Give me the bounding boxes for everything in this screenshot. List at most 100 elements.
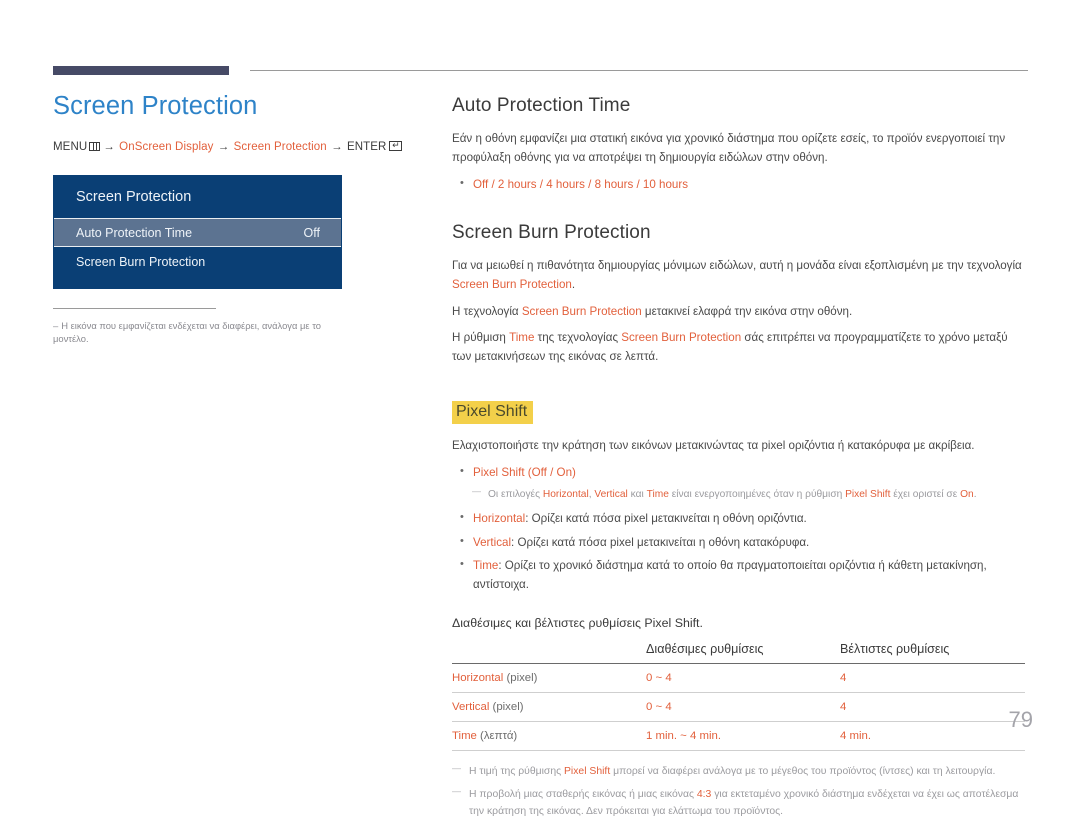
term-time: Time (473, 559, 499, 573)
cell-unit: (pixel) (503, 672, 538, 685)
term-screen-burn-protection: Screen Burn Protection (452, 277, 572, 291)
text-run: Οι επιλογές (488, 489, 543, 501)
term-pixel-shift: Pixel Shift (564, 766, 611, 778)
text-run: . (973, 489, 977, 501)
footnote-2: Η προβολή μιας σταθερής εικόνας ή μιας ε… (452, 785, 1028, 819)
text-run: της τεχνολογίας (534, 331, 622, 345)
breadcrumb-arrow-1: → (103, 141, 115, 153)
auto-protection-options: Off / 2 hours / 4 hours / 8 hours / 10 h… (473, 177, 689, 191)
table-row: Time (λεπτά) 1 min. ~ 4 min. 4 min. (452, 721, 1025, 752)
pixel-shift-bullet-list: Pixel Shift (Off / On) (452, 463, 1028, 483)
auto-protection-options-list: Off / 2 hours / 4 hours / 8 hours / 10 h… (452, 175, 1028, 195)
breadcrumb-arrow-3: → (331, 141, 343, 153)
enter-key-icon (389, 141, 403, 151)
right-column: Auto Protection Time Εάν η οθόνη εμφανίζ… (452, 95, 1028, 827)
osd-panel-filler (54, 276, 341, 288)
cell-unit: (λεπτά) (476, 730, 518, 743)
cell-name: Time (λεπτά) (452, 721, 646, 752)
pixel-shift-values: (Off / On) (524, 465, 576, 479)
list-item: Time: Ορίζει το χρονικό διάστημα κατά το… (452, 556, 1028, 594)
osd-menu-title: Screen Protection (54, 176, 341, 218)
pixel-shift-settings-table: Διαθέσιμες ρυθμίσεις Βέλτιστες ρυθμίσεις… (452, 640, 1025, 752)
footnotes-block: Η τιμή της ρύθμισης Pixel Shift μπορεί ν… (452, 762, 1028, 819)
table-row: Vertical (pixel) 0 ~ 4 4 (452, 692, 1025, 723)
table-header-row: Διαθέσιμες ρυθμίσεις Βέλτιστες ρυθμίσεις (452, 640, 1025, 665)
page-header-rules (0, 0, 1080, 90)
burn-protection-paragraph-3: Η ρύθμιση Time της τεχνολογίας Screen Bu… (452, 329, 1028, 367)
list-item: Horizontal: Ορίζει κατά πόσα pixel μετακ… (452, 509, 1028, 529)
term-vertical: Vertical (452, 701, 490, 714)
text-run: Η τεχνολογία (452, 304, 522, 318)
term-time: Time (452, 730, 477, 743)
list-item: Off / 2 hours / 4 hours / 8 hours / 10 h… (452, 175, 1028, 195)
header-divider-line (250, 70, 1028, 71)
column-header-available: Διαθέσιμες ρυθμίσεις (646, 640, 840, 665)
cell-name: Horizontal (pixel) (452, 663, 646, 694)
text-run: μετακινεί ελαφρά την εικόνα στην οθόνη. (641, 304, 853, 318)
term-aspect-ratio: 4:3 (696, 789, 712, 801)
left-note-text: – Η εικόνα που εμφανίζεται ενδέχεται να δ… (53, 319, 353, 345)
menu-grid-icon (89, 142, 101, 151)
breadcrumb-item-screen-protection[interactable]: Screen Protection (234, 141, 327, 153)
section-heading-screen-burn-protection: Screen Burn Protection (452, 222, 651, 244)
left-column: Screen Protection MENU → OnScreen Display… (53, 92, 403, 345)
breadcrumb-menu-label: MENU (53, 141, 88, 153)
text-run: Η ρύθμιση (452, 331, 510, 345)
burn-protection-paragraph-2: Η τεχνολογία Screen Burn Protection μετα… (452, 303, 1028, 322)
list-item: Pixel Shift (Off / On) (452, 463, 1028, 483)
cell-optimum: 4 min. (840, 721, 1025, 752)
cell-optimum: 4 (840, 663, 1025, 694)
term-screen-burn-protection: Screen Burn Protection (521, 304, 642, 318)
column-header-name (452, 640, 646, 665)
accent-bar (53, 66, 229, 75)
cell-unit: (pixel) (489, 701, 524, 714)
text-run: : Ορίζει το χρονικό διάστημα κατά το οπο… (473, 559, 987, 591)
term-horizontal: Horizontal (473, 512, 526, 526)
term-time: Time (646, 489, 669, 501)
cell-available: 0 ~ 4 (646, 663, 840, 694)
breadcrumb-arrow-2: → (217, 141, 230, 153)
text-run: . (571, 277, 576, 291)
text-run: Για να μειωθεί η πιθανότητα δημιουργίας … (452, 259, 1022, 273)
breadcrumb-enter-label: ENTER (346, 141, 387, 153)
left-note-block: – Η εικόνα που εμφανίζεται ενδέχεται να δ… (53, 308, 353, 345)
osd-menu-panel: Screen Protection Auto Protection Time O… (53, 175, 342, 289)
page-number: 79 (1008, 707, 1033, 732)
cell-available: 1 min. ~ 4 min. (646, 721, 840, 752)
breadcrumb: MENU → OnScreen Display → Screen Protecti… (53, 141, 403, 153)
text-run: : Ορίζει κατά πόσα pixel μετακινείται η … (511, 535, 810, 549)
term-horizontal: Horizontal (542, 489, 589, 501)
osd-row-label: Screen Burn Protection (76, 254, 206, 269)
term-vertical: Vertical (594, 489, 628, 501)
left-note-dash: – (53, 320, 59, 331)
osd-row-label: Auto Protection Time (76, 225, 193, 240)
term-pixel-shift: Pixel Shift (473, 465, 525, 479)
term-on: On (960, 489, 974, 501)
settings-table-caption: Διαθέσιμες και βέλτιστες ρυθμίσεις Pixel… (452, 616, 703, 631)
breadcrumb-item-onscreen-display[interactable]: OnScreen Display (119, 141, 213, 153)
cell-optimum: 4 (840, 692, 1025, 723)
footnote-1: Η τιμή της ρύθμισης Pixel Shift μπορεί ν… (452, 762, 1028, 780)
text-run: και (627, 489, 647, 501)
term-vertical: Vertical (473, 535, 512, 549)
left-note-divider (53, 308, 216, 309)
list-item: Vertical: Ορίζει κατά πόσα pixel μετακιν… (452, 533, 1028, 553)
osd-row-screen-burn-protection[interactable]: Screen Burn Protection (54, 247, 341, 276)
pixel-shift-option-list: Horizontal : Ορίζει κατά πόσα pixel μετακ… (452, 509, 1028, 594)
text-run: Η τιμή της ρύθμισης (469, 766, 564, 778)
term-screen-burn-protection: Screen Burn Protection (621, 331, 742, 345)
text-run: έχει οριστεί σε (890, 489, 961, 501)
column-header-optimum: Βέλτιστες ρυθμίσεις (840, 640, 1025, 665)
osd-row-auto-protection-time[interactable]: Auto Protection Time Off (54, 218, 341, 247)
page-title: Screen Protection (53, 92, 258, 120)
text-run: είναι ενεργοποιημένες όταν η ρύθμιση (668, 489, 846, 501)
left-note-body: Η εικόνα που εμφανίζεται ενδέχεται να δι… (53, 320, 321, 345)
text-run: μπορεί να διαφέρει ανάλογα με το μέγεθος… (610, 766, 996, 778)
pixel-shift-subnote: Οι επιλογές Horizontal, Vertical και Tim… (452, 485, 1028, 503)
pixel-shift-intro: Ελαχιστοποιήστε την κράτηση των εικόνων … (452, 439, 975, 453)
osd-row-value: Off (303, 225, 320, 240)
cell-name: Vertical (pixel) (452, 692, 646, 723)
section-heading-auto-protection-time: Auto Protection Time (452, 95, 631, 116)
term-horizontal: Horizontal (452, 672, 504, 685)
text-run: Η προβολή μιας σταθερής εικόνας ή μιας ε… (469, 789, 697, 801)
